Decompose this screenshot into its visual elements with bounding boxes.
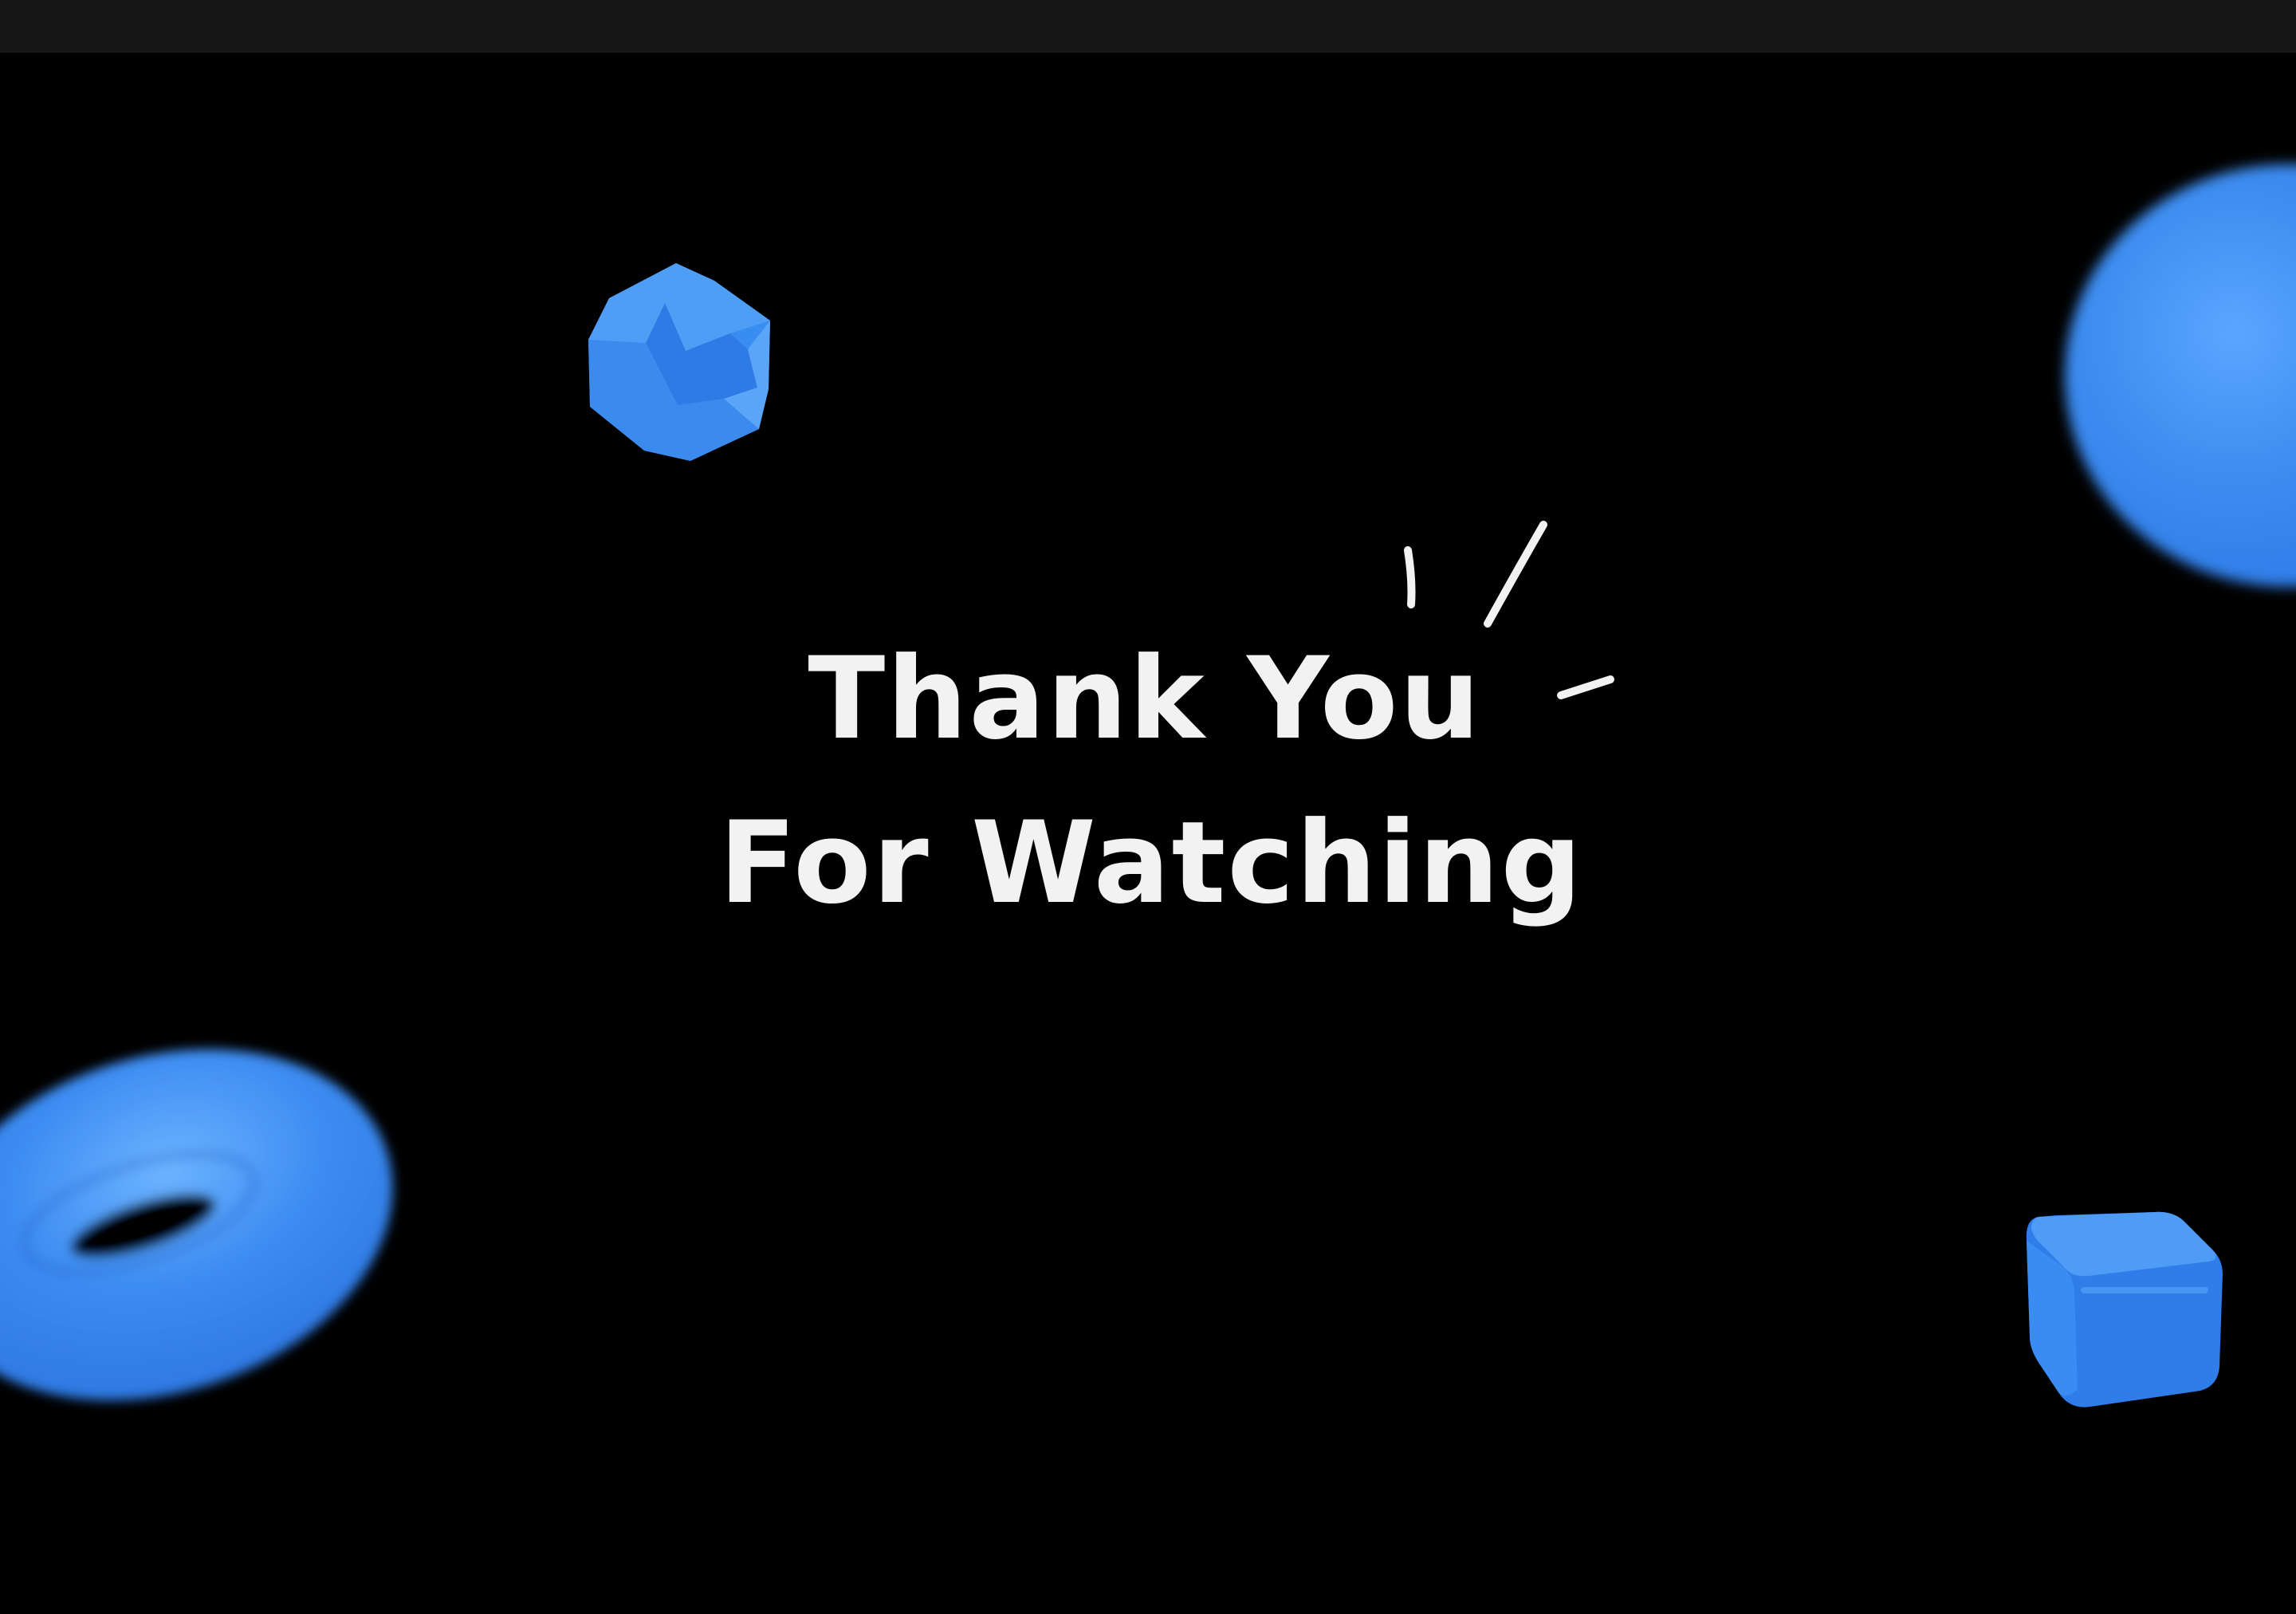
dodecahedron-shape: [588, 263, 770, 461]
torus-shape: [0, 1049, 393, 1401]
slide-title-line-2: For Watching: [718, 797, 1584, 929]
slide-title-line-1: Thank You: [808, 633, 1482, 765]
slide-canvas: Thank You For Watching: [0, 53, 2296, 1614]
rounded-cube-shape: [2026, 1211, 2223, 1407]
screen: Thank You For Watching: [0, 0, 2296, 1614]
top-bar: [0, 0, 2296, 53]
sphere-shape: [2065, 164, 2296, 587]
